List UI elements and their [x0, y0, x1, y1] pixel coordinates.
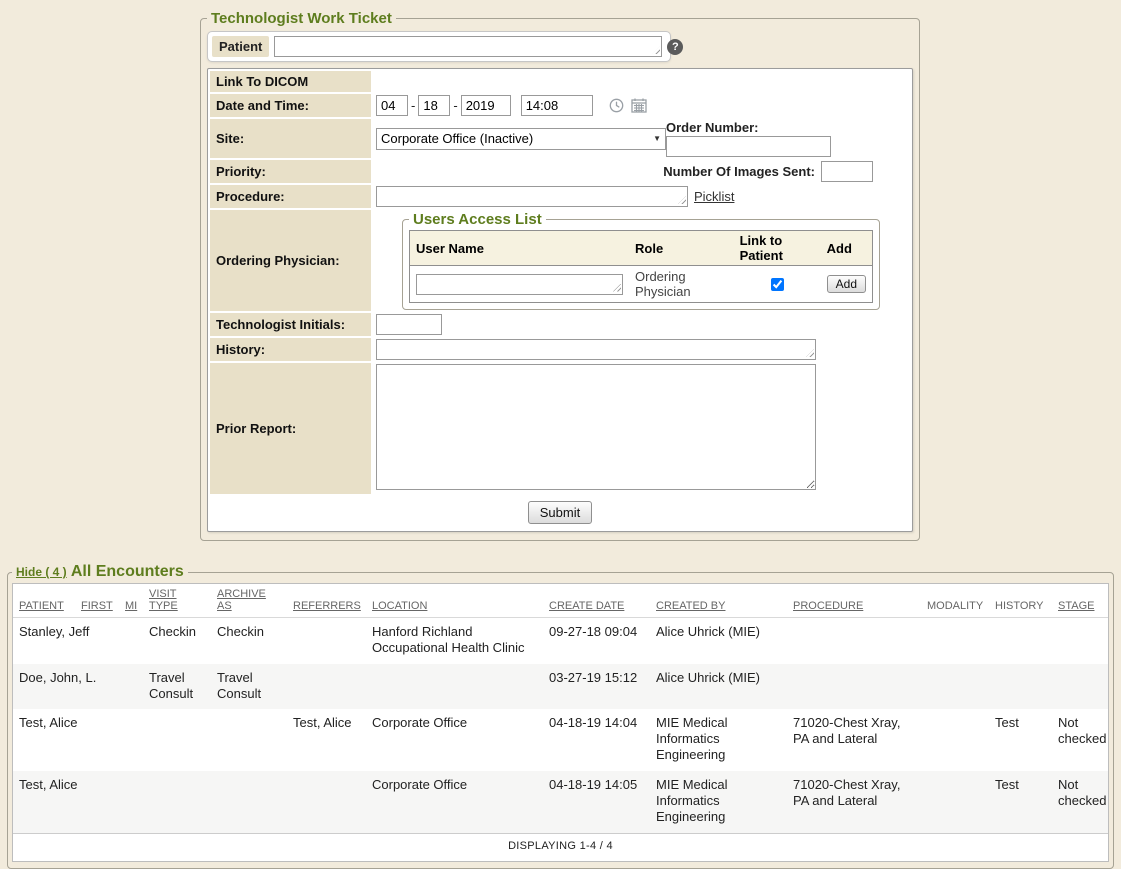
users-access-row: Ordering Physician Add: [410, 266, 873, 303]
hide-encounters-link[interactable]: Hide ( 4 ): [16, 565, 67, 579]
displaying-count: DISPLAYING 1-4 / 4: [13, 833, 1108, 861]
images-sent-input[interactable]: [821, 161, 873, 182]
col-procedure[interactable]: PROCEDURE: [787, 584, 921, 618]
date-time-label: Date and Time:: [210, 94, 371, 117]
work-ticket-form: Technologist Work Ticket Patient ? Link …: [200, 10, 920, 541]
all-encounters-section: Hide ( 4 ) All Encounters PATIENT FIRST …: [7, 563, 1114, 869]
date-separator: -: [410, 98, 416, 113]
procedure-label: Procedure:: [210, 185, 371, 208]
link-to-patient-checkbox[interactable]: [771, 278, 784, 291]
help-icon[interactable]: ?: [667, 39, 683, 55]
clock-icon[interactable]: [609, 98, 624, 113]
technologist-initials-label: Technologist Initials:: [210, 313, 371, 336]
users-access-list-title: Users Access List: [409, 211, 546, 228]
site-select[interactable]: Corporate Office (Inactive): [376, 128, 666, 150]
date-day-input[interactable]: [418, 95, 450, 116]
site-label: Site:: [210, 119, 371, 158]
patient-input-wrap: [274, 36, 662, 57]
col-link-to-patient: Link to Patient: [734, 231, 821, 266]
calendar-icon[interactable]: [631, 98, 647, 113]
user-name-input[interactable]: [416, 274, 623, 295]
encounters-footer-row: DISPLAYING 1-4 / 4: [13, 833, 1108, 861]
col-create-date[interactable]: CREATE DATE: [543, 584, 650, 618]
link-to-dicom-label: Link To DICOM: [210, 71, 371, 92]
users-access-list: Users Access List User Name Role Link to…: [402, 211, 880, 310]
date-year-input[interactable]: [461, 95, 511, 116]
order-number-input[interactable]: [666, 136, 831, 157]
date-month-input[interactable]: [376, 95, 408, 116]
col-location[interactable]: LOCATION: [366, 584, 543, 618]
patient-input[interactable]: [274, 36, 662, 57]
col-add: Add: [821, 231, 873, 266]
technologist-initials-input[interactable]: [376, 314, 442, 335]
prior-report-label: Prior Report:: [210, 363, 371, 494]
images-sent-label: Number Of Images Sent:: [663, 164, 815, 180]
patient-search-bar: Patient ?: [207, 31, 671, 62]
history-label: History:: [210, 338, 371, 361]
page: Technologist Work Ticket Patient ? Link …: [0, 0, 1121, 869]
col-history: HISTORY: [989, 584, 1052, 618]
add-user-button[interactable]: Add: [827, 275, 866, 293]
ordering-physician-label: Ordering Physician:: [210, 210, 371, 311]
col-first[interactable]: FIRST: [75, 584, 119, 618]
col-role: Role: [629, 231, 734, 266]
col-visit-type[interactable]: VISIT TYPE: [143, 584, 211, 618]
col-archive-as[interactable]: ARCHIVE AS: [211, 584, 287, 618]
col-mi[interactable]: MI: [119, 584, 143, 618]
time-input[interactable]: [521, 95, 593, 116]
picklist-link[interactable]: Picklist: [694, 189, 734, 204]
col-modality: MODALITY: [921, 584, 989, 618]
col-patient[interactable]: PATIENT: [13, 584, 75, 618]
work-ticket-fields: Link To DICOM Date and Time: - -: [207, 68, 913, 532]
site-select-wrap: Corporate Office (Inactive): [376, 128, 666, 150]
col-created-by[interactable]: CREATED BY: [650, 584, 787, 618]
col-stage[interactable]: STAGE: [1052, 584, 1108, 618]
history-input[interactable]: [376, 339, 816, 360]
encounter-row[interactable]: Doe, John, L. Travel Consult Travel Cons…: [13, 664, 1108, 710]
prior-report-textarea[interactable]: [376, 364, 816, 490]
col-user-name: User Name: [410, 231, 630, 266]
role-value: Ordering Physician: [629, 266, 734, 303]
all-encounters-title: All Encounters: [71, 563, 184, 580]
date-separator: -: [452, 98, 458, 113]
col-referrers[interactable]: REFERRERS: [287, 584, 366, 618]
encounters-table-wrap: PATIENT FIRST MI VISIT TYPE ARCHIVE AS R…: [12, 583, 1109, 862]
work-ticket-title: Technologist Work Ticket: [207, 10, 396, 27]
encounters-header-row: PATIENT FIRST MI VISIT TYPE ARCHIVE AS R…: [13, 584, 1108, 618]
procedure-input[interactable]: [376, 186, 688, 207]
order-number-label: Order Number:: [666, 120, 833, 136]
encounter-row[interactable]: Stanley, Jeff Checkin Checkin Hanford Ri…: [13, 618, 1108, 664]
priority-label: Priority:: [210, 160, 371, 183]
patient-label: Patient: [212, 36, 269, 57]
encounters-table: PATIENT FIRST MI VISIT TYPE ARCHIVE AS R…: [13, 584, 1108, 861]
encounter-row[interactable]: Test, Alice Test, Alice Corporate Office…: [13, 709, 1108, 771]
submit-button[interactable]: Submit: [528, 501, 592, 524]
encounter-row[interactable]: Test, Alice Corporate Office 04-18-19 14…: [13, 771, 1108, 833]
